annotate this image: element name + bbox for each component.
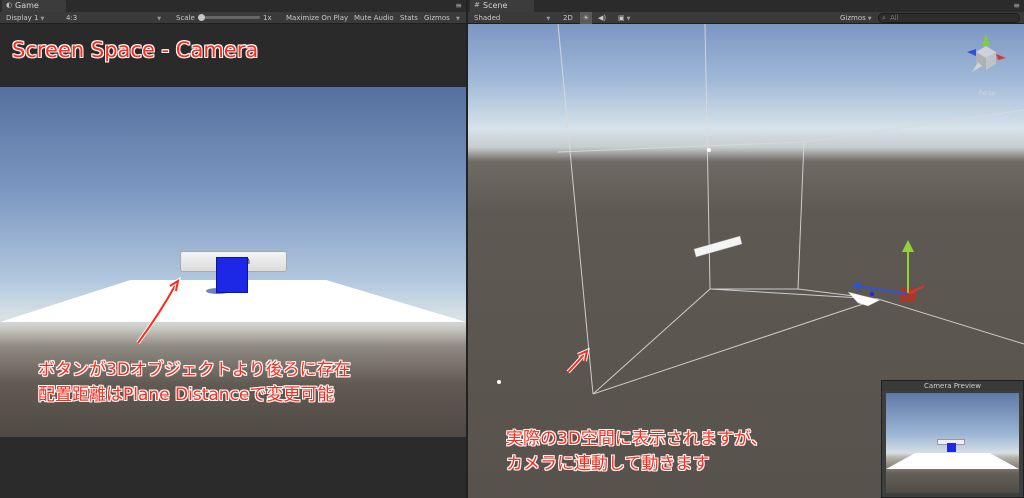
tab-scene[interactable]: # Scene bbox=[470, 0, 534, 12]
game-annotation-line2: 配置距離はPlane Distanceで変更可能 bbox=[38, 385, 335, 405]
game-panel: ◐ Game ≡ Display 1 ▼ 4:3 ▼ Scale 1x Maximi… bbox=[0, 0, 466, 498]
game-controller-icon: ◐ bbox=[6, 1, 13, 9]
orientation-gizmo-icon[interactable] bbox=[962, 32, 1010, 80]
scene-panel: # Scene ≡ Shaded ▼ 2D ☀ ◀) ▣ ▼ Gizmos ▼ ⌕ A… bbox=[468, 0, 1024, 498]
2d-toggle[interactable]: 2D bbox=[560, 12, 576, 24]
preview-ground bbox=[886, 453, 1019, 469]
title-annotation: Screen Space - Camera bbox=[12, 38, 259, 62]
game-toolbar: Display 1 ▼ 4:3 ▼ Scale 1x Maximize On Pla… bbox=[0, 12, 466, 24]
scene-annotation-line2: カメラに連動して動きます bbox=[506, 454, 710, 474]
persp-label[interactable]: Persp bbox=[979, 90, 996, 97]
scene-search-input[interactable]: ⌕ All bbox=[878, 13, 1020, 23]
audio-icon[interactable]: ◀) bbox=[598, 12, 606, 24]
menu-icon[interactable]: ≡ bbox=[455, 0, 462, 12]
scale-label: Scale bbox=[176, 14, 195, 22]
camera-preview: Camera Preview bbox=[881, 380, 1024, 498]
tab-game-label: Game bbox=[15, 1, 39, 10]
tab-scene-label: Scene bbox=[483, 1, 508, 10]
scale-slider-thumb[interactable] bbox=[198, 14, 205, 21]
preview-cube bbox=[947, 443, 956, 452]
maximize-on-play-toggle[interactable]: Maximize On Play bbox=[286, 12, 348, 24]
scene-tab-bar: # Scene ≡ bbox=[468, 0, 1024, 12]
mute-audio-toggle[interactable]: Mute Audio bbox=[354, 12, 394, 24]
aspect-dropdown[interactable]: 4:3 ▼ bbox=[66, 12, 161, 25]
display-dropdown[interactable]: Display 1 ▼ bbox=[6, 12, 44, 25]
lighting-icon[interactable]: ☀ bbox=[580, 12, 592, 24]
scale-slider[interactable] bbox=[198, 16, 260, 19]
camera-preview-title: Camera Preview bbox=[882, 381, 1023, 391]
scene-annotation-line1: 実際の3D空間に表示されますが、 bbox=[506, 429, 768, 449]
stats-toggle[interactable]: Stats bbox=[400, 12, 418, 24]
game-bottom-letterbox bbox=[0, 437, 466, 498]
search-icon: ⌕ bbox=[882, 14, 886, 22]
tab-game[interactable]: ◐ Game bbox=[2, 0, 66, 12]
scene-toolbar: Shaded ▼ 2D ☀ ◀) ▣ ▼ Gizmos ▼ ⌕ All bbox=[468, 12, 1024, 24]
grid-icon: # bbox=[474, 1, 480, 9]
camera-preview-view bbox=[886, 393, 1019, 493]
scale-value: 1x bbox=[263, 14, 272, 22]
game-tab-bar: ◐ Game ≡ bbox=[0, 0, 466, 12]
game-annotation-line1: ボタンが3Dオブジェクトより後ろに存在 bbox=[38, 360, 351, 380]
gizmos-toggle[interactable]: Gizmos bbox=[424, 12, 450, 24]
gizmos-dropdown-icon[interactable]: ▼ bbox=[454, 12, 460, 25]
menu-icon[interactable]: ≡ bbox=[1013, 0, 1020, 12]
